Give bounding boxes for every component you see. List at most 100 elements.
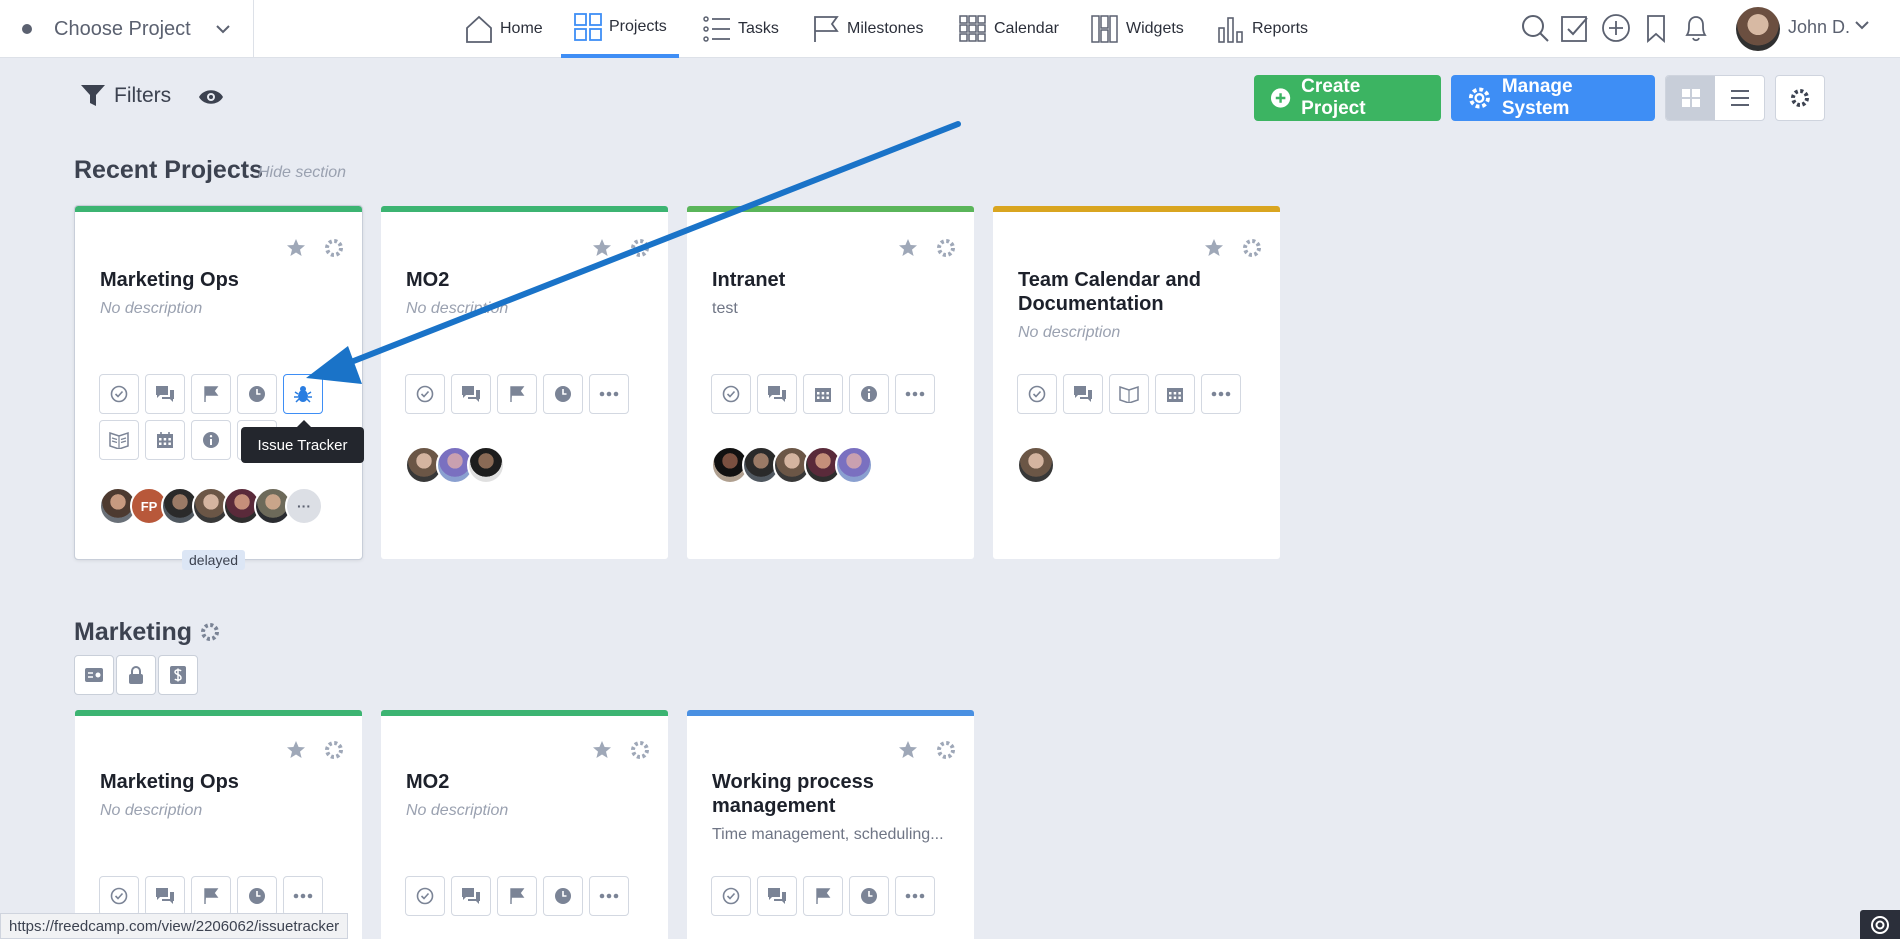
eye-icon[interactable] xyxy=(198,86,224,108)
project-name[interactable]: Working process management xyxy=(712,770,932,818)
app-milestones[interactable] xyxy=(191,876,231,916)
app-calendar[interactable] xyxy=(1155,374,1195,414)
group-billing-button[interactable] xyxy=(158,655,198,695)
app-more[interactable] xyxy=(589,876,629,916)
nav-milestones[interactable]: Milestones xyxy=(811,0,923,58)
gear-icon[interactable] xyxy=(324,740,344,760)
member-avatar[interactable] xyxy=(467,446,505,484)
app-more[interactable] xyxy=(895,374,935,414)
nav-calendar[interactable]: Calendar xyxy=(958,0,1059,58)
gear-icon[interactable] xyxy=(200,622,220,642)
project-card-intranet[interactable]: Intranet test xyxy=(687,206,974,559)
app-discussions[interactable] xyxy=(145,374,185,414)
app-discussions[interactable] xyxy=(757,876,797,916)
member-avatar[interactable] xyxy=(1017,446,1055,484)
chevron-down-icon[interactable] xyxy=(1854,19,1870,31)
filters-button[interactable]: Filters xyxy=(80,84,171,108)
app-more[interactable] xyxy=(283,876,323,916)
more-dots-icon xyxy=(1211,391,1231,397)
list-view-button[interactable] xyxy=(1715,76,1764,120)
app-tasks[interactable] xyxy=(711,374,751,414)
project-name[interactable]: Marketing Ops xyxy=(100,770,320,794)
user-avatar[interactable] xyxy=(1736,7,1780,51)
star-icon[interactable] xyxy=(286,740,306,759)
app-overview[interactable] xyxy=(191,420,231,460)
nav-widgets[interactable]: Widgets xyxy=(1090,0,1184,58)
star-icon[interactable] xyxy=(286,238,306,257)
settings-button[interactable] xyxy=(1775,75,1825,121)
project-name[interactable]: MO2 xyxy=(406,268,626,292)
manage-system-button[interactable]: Manage System xyxy=(1451,75,1655,121)
app-discussions[interactable] xyxy=(1063,374,1103,414)
star-icon[interactable] xyxy=(898,740,918,759)
app-wiki[interactable] xyxy=(99,420,139,460)
more-members-icon[interactable]: ··· xyxy=(285,487,323,525)
gear-icon[interactable] xyxy=(936,740,956,760)
group-board-button[interactable] xyxy=(74,655,114,695)
nav-tasks[interactable]: Tasks xyxy=(702,0,779,58)
app-discussions[interactable] xyxy=(451,876,491,916)
gear-icon[interactable] xyxy=(1242,238,1262,258)
app-tasks[interactable] xyxy=(405,374,445,414)
project-name[interactable]: Intranet xyxy=(712,268,932,292)
app-calendar[interactable] xyxy=(803,374,843,414)
gear-icon[interactable] xyxy=(936,238,956,258)
project-card-team-calendar[interactable]: Team Calendar and Documentation No descr… xyxy=(993,206,1280,559)
project-name[interactable]: Marketing Ops xyxy=(100,268,320,292)
project-card-mo2[interactable]: MO2 No description xyxy=(381,710,668,939)
nav-home[interactable]: Home xyxy=(464,0,543,58)
project-name[interactable]: MO2 xyxy=(406,770,626,794)
app-tasks[interactable] xyxy=(405,876,445,916)
app-overview[interactable] xyxy=(849,374,889,414)
project-card-marketing-ops[interactable]: Marketing Ops No description xyxy=(75,710,362,939)
app-milestones[interactable] xyxy=(191,374,231,414)
project-card-working-process[interactable]: Working process management Time manageme… xyxy=(687,710,974,939)
project-chooser[interactable]: Choose Project xyxy=(0,0,254,58)
project-card-mo2[interactable]: MO2 No description xyxy=(381,206,668,559)
app-more[interactable] xyxy=(895,876,935,916)
app-time[interactable] xyxy=(237,876,277,916)
app-time[interactable] xyxy=(849,876,889,916)
star-icon[interactable] xyxy=(592,238,612,257)
star-icon[interactable] xyxy=(1204,238,1224,257)
app-wiki[interactable] xyxy=(1109,374,1149,414)
add-circle-icon[interactable] xyxy=(1601,13,1631,43)
user-name[interactable]: John D. xyxy=(1788,17,1850,38)
app-milestones[interactable] xyxy=(497,876,537,916)
create-project-button[interactable]: Create Project xyxy=(1254,75,1441,121)
app-calendar[interactable] xyxy=(145,420,185,460)
app-more[interactable] xyxy=(589,374,629,414)
app-time[interactable] xyxy=(237,374,277,414)
bell-icon[interactable] xyxy=(1681,13,1711,43)
app-more[interactable] xyxy=(1201,374,1241,414)
app-tasks[interactable] xyxy=(711,876,751,916)
star-icon[interactable] xyxy=(592,740,612,759)
project-card-marketing-ops[interactable]: Marketing Ops No description FP ··· xyxy=(74,205,363,560)
grid-view-button[interactable] xyxy=(1666,76,1715,120)
app-time[interactable] xyxy=(543,374,583,414)
app-issue-tracker[interactable] xyxy=(283,374,323,414)
group-lock-button[interactable] xyxy=(116,655,156,695)
app-discussions[interactable] xyxy=(451,374,491,414)
app-tasks[interactable] xyxy=(99,876,139,916)
app-discussions[interactable] xyxy=(757,374,797,414)
hide-section-link[interactable]: Hide section xyxy=(258,164,346,182)
star-icon[interactable] xyxy=(898,238,918,257)
gear-icon[interactable] xyxy=(324,238,344,258)
gear-icon[interactable] xyxy=(630,740,650,760)
member-avatar[interactable] xyxy=(835,446,873,484)
app-time[interactable] xyxy=(543,876,583,916)
app-tasks[interactable] xyxy=(1017,374,1057,414)
task-check-icon[interactable] xyxy=(1560,13,1590,43)
app-milestones[interactable] xyxy=(497,374,537,414)
nav-projects[interactable]: Projects xyxy=(561,0,679,58)
bookmark-icon[interactable] xyxy=(1641,13,1671,43)
app-discussions[interactable] xyxy=(145,876,185,916)
app-milestones[interactable] xyxy=(803,876,843,916)
app-tasks[interactable] xyxy=(99,374,139,414)
search-icon[interactable] xyxy=(1520,13,1550,43)
nav-reports[interactable]: Reports xyxy=(1216,0,1308,58)
gear-icon[interactable] xyxy=(630,238,650,258)
project-name[interactable]: Team Calendar and Documentation xyxy=(1018,268,1238,316)
help-button[interactable] xyxy=(1860,910,1900,939)
